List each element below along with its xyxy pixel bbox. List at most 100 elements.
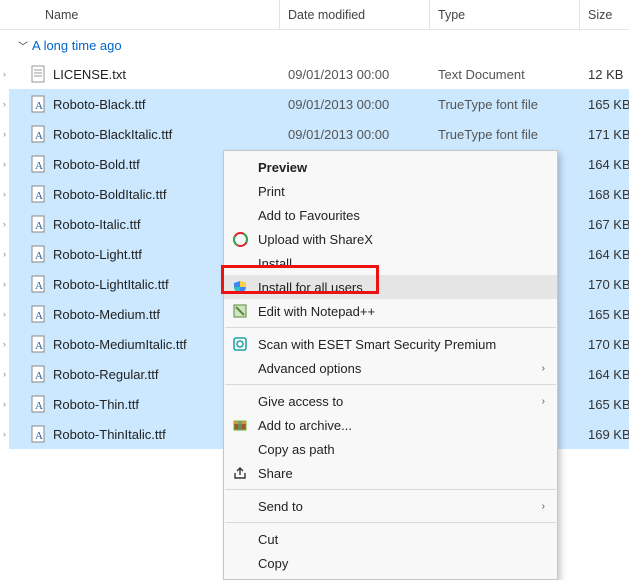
file-name: Roboto-Light.ttf (53, 247, 142, 262)
file-size: 164 KB (580, 157, 629, 172)
table-row[interactable]: › A Roboto-Black.ttf 09/01/2013 00:00 Tr… (9, 89, 629, 119)
svg-text:A: A (35, 280, 43, 292)
file-name: Roboto-Bold.ttf (53, 157, 140, 172)
font-file-icon: A (31, 275, 47, 293)
col-date[interactable]: Date modified (280, 0, 430, 29)
share-icon (232, 465, 248, 481)
ctx-preview[interactable]: Preview (224, 155, 557, 179)
file-size: 165 KB (580, 97, 629, 112)
font-file-icon: A (31, 215, 47, 233)
ctx-eset-scan[interactable]: Scan with ESET Smart Security Premium (224, 332, 557, 356)
col-name[interactable]: Name (0, 0, 280, 29)
file-name: Roboto-Thin.ttf (53, 397, 139, 412)
ctx-install[interactable]: Install (224, 251, 557, 275)
chevron-right-icon: › (0, 59, 9, 89)
font-file-icon: A (31, 395, 47, 413)
separator (225, 327, 556, 328)
font-file-icon: A (31, 335, 47, 353)
file-name: Roboto-BlackItalic.ttf (53, 127, 172, 142)
file-size: 171 KB (580, 127, 629, 142)
file-type: TrueType font file (430, 127, 580, 142)
file-size: 165 KB (580, 307, 629, 322)
chevron-right-icon: › (0, 209, 9, 239)
ctx-print[interactable]: Print (224, 179, 557, 203)
chevron-right-icon: › (0, 359, 9, 389)
file-name: Roboto-Black.ttf (53, 97, 146, 112)
chevron-right-icon: › (0, 119, 9, 149)
svg-text:A: A (35, 190, 43, 202)
file-size: 164 KB (580, 367, 629, 382)
file-name: Roboto-ThinItalic.ttf (53, 427, 166, 442)
column-header: Name Date modified Type Size (0, 0, 629, 30)
font-file-icon: A (31, 155, 47, 173)
context-menu: Preview Print Add to Favourites Upload w… (223, 150, 558, 580)
ctx-share[interactable]: Share (224, 461, 557, 485)
chevron-right-icon: › (0, 329, 9, 359)
col-size[interactable]: Size (580, 0, 629, 29)
file-type: Text Document (430, 67, 580, 82)
chevron-down-icon: ﹀ (18, 38, 28, 53)
chevron-right-icon: › (0, 179, 9, 209)
file-name: LICENSE.txt (53, 67, 126, 82)
ctx-add-archive[interactable]: Add to archive... (224, 413, 557, 437)
chevron-right-icon: › (0, 269, 9, 299)
ctx-cut[interactable]: Cut (224, 527, 557, 551)
sharex-icon (232, 231, 248, 247)
ctx-send-to[interactable]: Send to› (224, 494, 557, 518)
font-file-icon: A (31, 245, 47, 263)
file-date: 09/01/2013 00:00 (280, 67, 430, 82)
svg-text:A: A (35, 400, 43, 412)
ctx-copy[interactable]: Copy (224, 551, 557, 575)
svg-text:A: A (35, 130, 43, 142)
file-size: 170 KB (580, 337, 629, 352)
file-date: 09/01/2013 00:00 (280, 97, 430, 112)
font-file-icon: A (31, 185, 47, 203)
file-name: Roboto-Medium.ttf (53, 307, 160, 322)
ctx-copy-path[interactable]: Copy as path (224, 437, 557, 461)
table-row[interactable]: › LICENSE.txt 09/01/2013 00:00 Text Docu… (9, 59, 629, 89)
svg-text:A: A (35, 220, 43, 232)
ctx-advanced-options[interactable]: Advanced options› (224, 356, 557, 380)
svg-text:A: A (35, 430, 43, 442)
font-file-icon: A (31, 425, 47, 443)
file-size: 167 KB (580, 217, 629, 232)
file-name: Roboto-Regular.ttf (53, 367, 159, 382)
ctx-install-all-users[interactable]: Install for all users (224, 275, 557, 299)
file-size: 169 KB (580, 427, 629, 442)
eset-icon (232, 336, 248, 352)
chevron-right-icon: › (542, 396, 545, 407)
ctx-notepadpp[interactable]: Edit with Notepad++ (224, 299, 557, 323)
notepadpp-icon (232, 303, 248, 319)
chevron-right-icon: › (542, 501, 545, 512)
group-header[interactable]: ﹀ A long time ago (0, 30, 629, 59)
chevron-right-icon: › (0, 419, 9, 449)
font-file-icon: A (31, 95, 47, 113)
file-size: 12 KB (580, 67, 629, 82)
file-size: 170 KB (580, 277, 629, 292)
chevron-right-icon: › (0, 299, 9, 329)
chevron-right-icon: › (0, 89, 9, 119)
file-date: 09/01/2013 00:00 (280, 127, 430, 142)
ctx-give-access[interactable]: Give access to› (224, 389, 557, 413)
svg-text:A: A (35, 310, 43, 322)
svg-text:A: A (35, 160, 43, 172)
file-size: 165 KB (580, 397, 629, 412)
file-size: 168 KB (580, 187, 629, 202)
chevron-right-icon: › (0, 149, 9, 179)
file-type: TrueType font file (430, 97, 580, 112)
ctx-favourites[interactable]: Add to Favourites (224, 203, 557, 227)
font-file-icon: A (31, 365, 47, 383)
font-file-icon: A (31, 125, 47, 143)
file-name: Roboto-Italic.ttf (53, 217, 140, 232)
svg-text:A: A (35, 340, 43, 352)
col-type[interactable]: Type (430, 0, 580, 29)
font-file-icon: A (31, 305, 47, 323)
file-name: Roboto-LightItalic.ttf (53, 277, 169, 292)
separator (225, 489, 556, 490)
file-size: 164 KB (580, 247, 629, 262)
winrar-icon (232, 417, 248, 433)
text-file-icon (31, 65, 47, 83)
svg-text:A: A (35, 250, 43, 262)
ctx-sharex[interactable]: Upload with ShareX (224, 227, 557, 251)
table-row[interactable]: › A Roboto-BlackItalic.ttf 09/01/2013 00… (9, 119, 629, 149)
